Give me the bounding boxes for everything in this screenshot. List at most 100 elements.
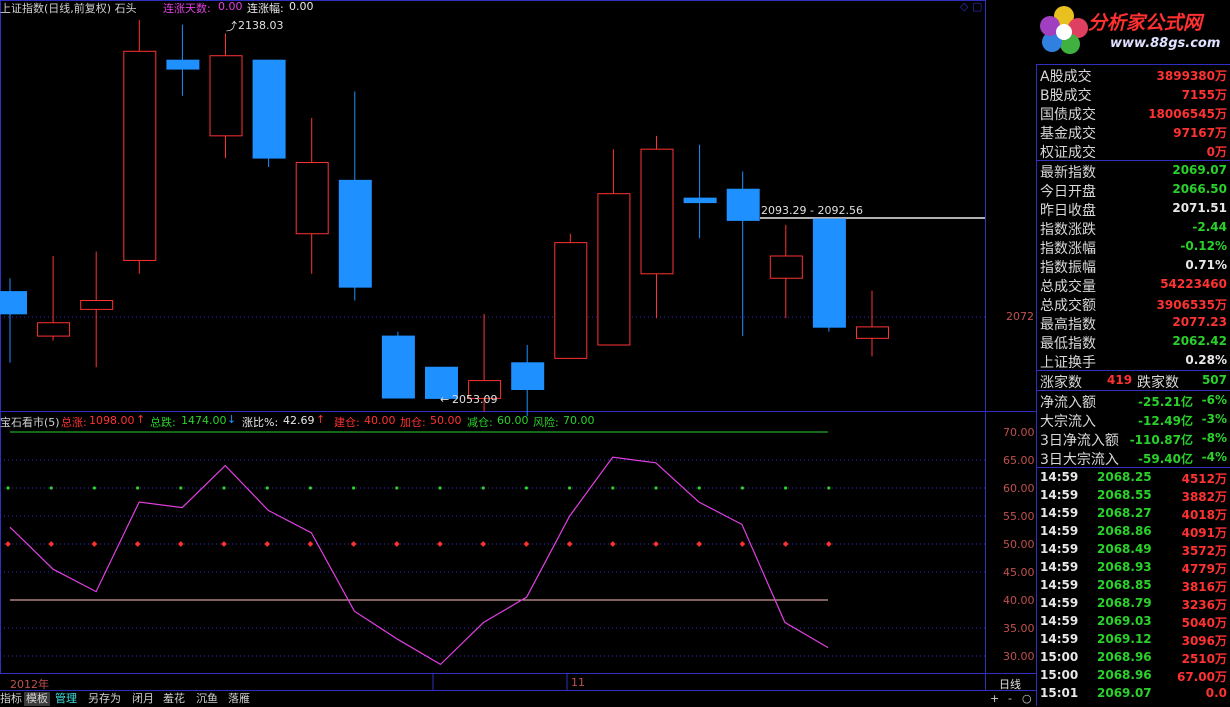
tick-volume: 5040万 [1181, 616, 1227, 630]
consec-pct-label: 连涨幅: [247, 2, 284, 15]
candle-body[interactable] [209, 55, 243, 137]
reduce-dot [827, 486, 831, 490]
index-row: 总成交额 3906535万 [1037, 294, 1230, 314]
candle-body[interactable] [37, 322, 71, 337]
tick-price: 2068.27 [1097, 506, 1152, 520]
add-dot [480, 541, 487, 547]
axis-tick: 70.00 [1003, 426, 1035, 439]
candle-body[interactable] [123, 50, 157, 261]
tick-row: 14:59 2068.85 3816万 [1037, 576, 1230, 594]
reduce-dot [136, 486, 140, 490]
window-close-icon[interactable]: ▢ [972, 0, 982, 13]
info-label: 基金成交 [1040, 126, 1096, 142]
decline-label: 跌家数 [1137, 375, 1179, 391]
reduce-dot [611, 486, 615, 490]
tick-price: 2068.85 [1097, 578, 1152, 592]
reduce-dot [395, 486, 399, 490]
tab-manage[interactable]: 管理 [55, 692, 77, 706]
tab-indicator[interactable]: 指标 [0, 692, 22, 706]
reduce-dot [697, 486, 701, 490]
zoom-in-button[interactable]: + [990, 692, 999, 706]
tab-biyue[interactable]: 闭月 [132, 692, 154, 706]
axis-tick: 40.00 [1003, 594, 1035, 607]
tick-time: 14:59 [1040, 542, 1079, 556]
flow-pct: -3% [1201, 412, 1227, 426]
total-up-label: 总涨: [61, 416, 87, 429]
candle-body[interactable] [0, 291, 27, 315]
down-arrow-icon: ↓ [227, 413, 237, 426]
candle-body[interactable] [597, 193, 631, 346]
high-marker: 2138.03 [238, 19, 284, 32]
reduce-dot [49, 486, 53, 490]
candle-body[interactable] [511, 362, 545, 391]
window-restore-icon[interactable]: ◇ [960, 0, 968, 13]
site-logo: 分析家公式网 www.88gs.com [1036, 0, 1230, 64]
ratio-value: 42.69 [283, 414, 315, 427]
info-label: B股成交 [1040, 88, 1092, 104]
turnover-row: A股成交 3899380万 [1037, 65, 1230, 85]
tick-price: 2069.07 [1097, 686, 1152, 700]
tick-price: 2068.25 [1097, 470, 1152, 484]
candle-body[interactable] [381, 335, 415, 399]
tick-volume: 4779万 [1181, 562, 1227, 576]
reduce-dot [654, 486, 658, 490]
add-dot [393, 541, 400, 547]
tab-template[interactable]: 模板 [24, 692, 50, 706]
flow-pct: -8% [1201, 431, 1227, 445]
tick-row: 14:59 2068.25 4512万 [1037, 468, 1230, 486]
bottom-tab-bar: 指标 模板 管理 另存为 闭月 羞花 沉鱼 落雁 + - ○ [0, 690, 1036, 707]
candle-body[interactable] [80, 299, 114, 310]
consec-days-label: 连涨天数: [163, 2, 211, 15]
add-dot [523, 541, 530, 547]
candle-body[interactable] [812, 218, 846, 328]
logo-text: 分析家公式网 [1088, 12, 1203, 34]
index-row: 今日开盘 2066.50 [1037, 180, 1230, 200]
tick-time: 14:59 [1040, 596, 1079, 610]
tab-save-as[interactable]: 另存为 [88, 692, 121, 706]
tick-price: 2068.93 [1097, 560, 1152, 574]
tick-row: 14:59 2068.55 3882万 [1037, 486, 1230, 504]
add-dot [177, 541, 184, 547]
tab-chenyu[interactable]: 沉鱼 [196, 692, 218, 706]
info-value: 2077.23 [1172, 315, 1227, 329]
tab-xiuhua[interactable]: 羞花 [163, 692, 185, 706]
candle-body[interactable] [856, 326, 889, 339]
reduce-dot [352, 486, 356, 490]
chart-title: 上证指数(日线,前复权) 石头 [0, 2, 137, 15]
reduce-dot [524, 486, 529, 490]
info-label: A股成交 [1040, 69, 1092, 85]
candle-body[interactable] [252, 59, 286, 159]
turnover-row: 国债成交 18006545万 [1037, 103, 1230, 123]
main-chart[interactable] [0, 0, 1036, 690]
index-row: 指数振幅 0.71% [1037, 256, 1230, 276]
index-row: 昨日收盘 2071.51 [1037, 199, 1230, 219]
tick-volume: 2510万 [1181, 652, 1227, 666]
tick-volume: 4018万 [1181, 508, 1227, 522]
candle-body[interactable] [295, 162, 329, 235]
reduce-dot [784, 486, 788, 490]
candle-body[interactable] [338, 179, 372, 288]
candle-body[interactable] [769, 255, 803, 279]
candle-body[interactable] [726, 188, 760, 221]
zoom-out-button[interactable]: - [1008, 692, 1012, 706]
axis-tick: 35.00 [1003, 622, 1035, 635]
zoom-reset-button[interactable]: ○ [1022, 692, 1032, 706]
range-label: 2093.29 - 2092.56 [761, 204, 863, 217]
candle-body[interactable] [683, 197, 717, 204]
flow-pct: -6% [1201, 393, 1227, 407]
candle-body[interactable] [640, 148, 674, 275]
info-label: 指数振幅 [1040, 260, 1096, 276]
risk-value: 70.00 [563, 414, 595, 427]
reduce-dot [438, 486, 442, 490]
candle-body[interactable] [554, 242, 588, 359]
tick-time: 15:00 [1040, 650, 1079, 664]
candle-body[interactable] [166, 59, 200, 70]
tick-volume: 0.0 [1205, 686, 1227, 700]
tick-time: 14:59 [1040, 614, 1079, 628]
logo-url: www.88gs.com [1110, 36, 1221, 51]
tick-row: 14:59 2069.03 5040万 [1037, 612, 1230, 630]
info-value: 97167万 [1173, 126, 1227, 140]
add-dot [48, 541, 55, 547]
tab-luoyan[interactable]: 落雁 [228, 692, 250, 706]
consec-pct-value: 0.00 [289, 0, 314, 13]
